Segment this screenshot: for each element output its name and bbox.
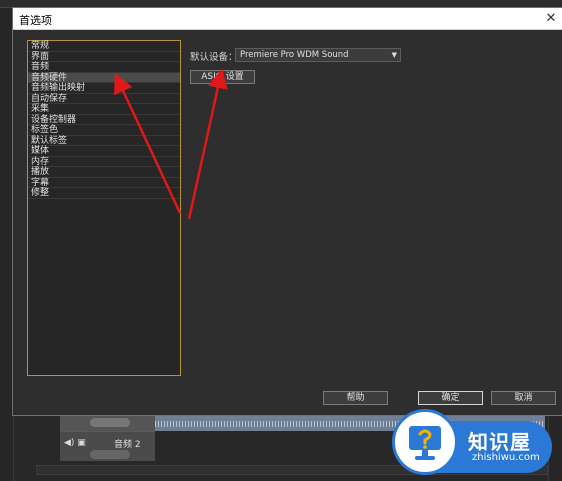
ok-button[interactable]: 确定 bbox=[418, 391, 483, 405]
track-header-audio-2[interactable]: ◀) ▣ 音频 2 bbox=[60, 431, 155, 461]
track-name: 音频 2 bbox=[114, 440, 141, 450]
close-icon[interactable]: ✕ bbox=[541, 9, 561, 29]
category-item-memory[interactable]: 内存 bbox=[28, 157, 180, 167]
category-item-device-control[interactable]: 设备控制器 bbox=[28, 115, 180, 125]
category-list: 常规 界面 音频 音频硬件 音频输出映射 自动保存 采集 设备控制器 标签色 默… bbox=[27, 40, 181, 376]
watermark-emblem bbox=[392, 409, 458, 475]
category-item-label-colors[interactable]: 标签色 bbox=[28, 125, 180, 136]
watermark-logo: 知识屋 zhishiwu.com bbox=[392, 405, 562, 481]
category-item-audio-hardware[interactable]: 音频硬件 bbox=[28, 72, 180, 83]
chevron-down-icon: ▼ bbox=[391, 51, 397, 59]
category-item-trim[interactable]: 修整 bbox=[28, 188, 180, 199]
watermark-brand: 知识屋 bbox=[468, 430, 531, 454]
category-item-playback[interactable]: 播放 bbox=[28, 167, 180, 178]
asio-settings-button[interactable]: ASIO 设置 bbox=[190, 70, 255, 84]
track-volume-pill bbox=[90, 450, 130, 459]
default-device-dropdown[interactable]: Premiere Pro WDM Sound ▼ bbox=[235, 48, 401, 62]
default-device-label: 默认设备： bbox=[190, 52, 238, 63]
help-button[interactable]: 帮助 bbox=[323, 391, 388, 405]
preferences-dialog: 首选项 ✕ 常规 界面 音频 音频硬件 音频输出映射 自动保存 采集 设备控制器… bbox=[12, 7, 562, 416]
track-volume-pill bbox=[90, 418, 130, 427]
cancel-button[interactable]: 取消 bbox=[491, 391, 556, 405]
track-header-audio-1[interactable] bbox=[60, 415, 155, 431]
monitor-question-icon bbox=[409, 426, 441, 460]
watermark-url: zhishiwu.com bbox=[472, 452, 540, 463]
category-item-interface[interactable]: 界面 bbox=[28, 52, 180, 62]
speaker-icon[interactable]: ◀) ▣ bbox=[64, 438, 86, 448]
category-item-capture[interactable]: 采集 bbox=[28, 104, 180, 115]
category-item-media[interactable]: 媒体 bbox=[28, 146, 180, 157]
category-item-auto-save[interactable]: 自动保存 bbox=[28, 94, 180, 104]
category-item-audio[interactable]: 音频 bbox=[28, 62, 180, 73]
category-item-titler[interactable]: 字幕 bbox=[28, 178, 180, 188]
dialog-titlebar: 首选项 ✕ bbox=[13, 8, 562, 30]
category-item-label-defaults[interactable]: 默认标签 bbox=[28, 136, 180, 146]
default-device-value: Premiere Pro WDM Sound bbox=[240, 50, 349, 60]
dialog-title: 首选项 bbox=[19, 14, 52, 27]
category-item-general[interactable]: 常规 bbox=[28, 41, 180, 52]
category-item-audio-output-mapping[interactable]: 音频输出映射 bbox=[28, 83, 180, 94]
